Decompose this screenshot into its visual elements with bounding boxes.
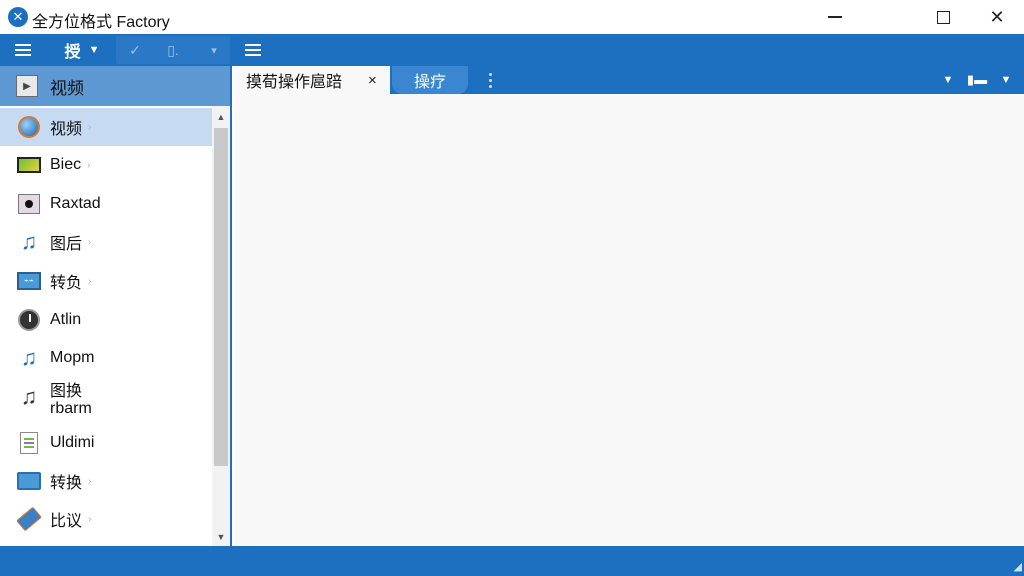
resize-grip-icon[interactable]: ◢ — [1008, 560, 1022, 574]
app-logo-icon: ✕ — [8, 7, 28, 27]
screen-icon — [17, 157, 41, 173]
sidebar-item-transform[interactable]: 转换 › — [0, 462, 212, 500]
tab-operate[interactable]: 操疗 — [392, 66, 468, 94]
music-note-icon: ♫ — [20, 229, 38, 254]
tab-close-icon[interactable]: × — [368, 72, 377, 89]
chevron-right-icon: › — [88, 475, 92, 487]
caret-down-icon: ▼ — [88, 44, 100, 56]
sidebar-item-label: Uldimi — [50, 434, 95, 451]
sidebar-item-compare[interactable]: 比议 › — [0, 500, 212, 538]
secondary-menu-button[interactable] — [236, 34, 270, 66]
scroll-down-icon[interactable]: ▼ — [212, 528, 230, 546]
monitor-icon: ⌁⌁ — [17, 272, 41, 290]
sidebar-item-label: 图后 — [50, 236, 83, 253]
sidebar-header[interactable]: ▶ 视频 — [0, 66, 230, 106]
sidebar-item-label: Biec — [50, 156, 82, 173]
title-bar: ✕ 全方位格式 Factory ✕ — [0, 0, 1024, 34]
hamburger-icon — [245, 44, 261, 56]
minimize-button[interactable] — [808, 0, 862, 34]
sidebar-item-image[interactable]: ♫ 图换 rbarm — [0, 378, 212, 417]
sidebar-item-video[interactable]: 视频 › — [0, 108, 212, 146]
device-icon[interactable]: ▯. — [158, 36, 188, 64]
sidebar-item-label: 比议 — [50, 513, 83, 530]
sidebar-item-label: Mopm — [50, 349, 95, 366]
minimize-icon — [828, 16, 842, 18]
sidebar-item-label: Raxtad — [50, 195, 101, 212]
sidebar-item-label: 转换 — [50, 475, 83, 492]
sidebar-item-biec[interactable]: Biec › — [0, 146, 212, 184]
more-vertical-icon[interactable] — [484, 68, 496, 92]
content-area: 摸荀操作扈踣 × 操疗 ▼ ▮▬ ▼ — [234, 66, 1024, 546]
sidebar-item-atlin[interactable]: Atlin — [0, 301, 212, 339]
sidebar-item-uldimi[interactable]: Uldimi — [0, 424, 212, 462]
status-bar: ◢ — [0, 546, 1024, 576]
sidebar-list: 视频 › Biec › Raxtad ♫ 图后 › ⌁⌁ 转负 › Atlin … — [0, 106, 212, 546]
chevron-right-icon: › — [88, 275, 92, 287]
sidebar-item-label: Atlin — [50, 311, 82, 328]
sidebar-item-label-line1: 图换 — [50, 383, 83, 400]
maximize-button[interactable] — [916, 0, 970, 34]
scroll-thumb[interactable] — [214, 128, 228, 466]
panel-layout-icon[interactable]: ▮▬ — [964, 66, 990, 94]
tab-operation-list[interactable]: 摸荀操作扈踣 × — [234, 66, 390, 94]
toolbar-disabled-group: ✓ ▯. ▾ — [116, 36, 230, 64]
clock-icon — [18, 309, 40, 331]
sidebar-item-mopm[interactable]: ♫ Mopm — [0, 339, 212, 377]
close-button[interactable]: ✕ — [970, 0, 1024, 34]
folder-icon — [17, 472, 41, 490]
chevron-down-icon[interactable]: ▼ — [996, 66, 1016, 94]
chevron-right-icon: › — [88, 121, 92, 133]
sidebar-item-label: 视频 — [50, 121, 83, 138]
tab-label: 摸荀操作扈踣 — [246, 74, 343, 91]
menu-button[interactable] — [6, 34, 40, 66]
chevron-right-icon: › — [88, 236, 92, 248]
scroll-up-icon[interactable]: ▲ — [212, 108, 230, 126]
toolbar-dropdown[interactable]: 授 ▼ — [58, 34, 106, 66]
sidebar-scrollbar[interactable]: ▲ ▼ — [212, 106, 230, 546]
chevron-down-icon[interactable]: ▼ — [938, 66, 958, 94]
toolbar-dropdown-label: 授 — [64, 44, 81, 61]
music-note-icon: ♫ — [20, 345, 38, 370]
sidebar: ▶ 视频 视频 › Biec › Raxtad ♫ 图后 › ⌁⌁ 转负 › A… — [0, 66, 232, 546]
maximize-icon — [936, 10, 950, 24]
music-note-icon: ♫ — [20, 384, 38, 409]
close-icon: ✕ — [989, 6, 1005, 27]
tag-icon — [16, 506, 42, 532]
sidebar-item-convert[interactable]: ⌁⌁ 转负 › — [0, 262, 212, 300]
play-icon: ▶ — [16, 75, 38, 97]
sidebar-header-label: 视频 — [50, 78, 84, 98]
chevron-right-icon: › — [88, 513, 92, 525]
document-icon — [20, 432, 38, 454]
sidebar-item-raxtad[interactable]: Raxtad — [0, 185, 212, 223]
hamburger-icon — [15, 44, 31, 56]
chevron-right-icon: › — [87, 159, 91, 171]
check-icon[interactable]: ✓ — [120, 36, 150, 64]
sidebar-item-label: 图换 rbarm — [50, 383, 92, 417]
tab-label: 操疗 — [413, 74, 446, 91]
main-toolbar: 授 ▼ ✓ ▯. ▾ — [0, 34, 1024, 66]
globe-icon — [18, 116, 40, 138]
sidebar-item-label: 转负 — [50, 275, 83, 292]
sidebar-item-label-line2: rbarm — [50, 400, 92, 417]
tab-bar: 摸荀操作扈踣 × 操疗 ▼ ▮▬ ▼ — [234, 66, 1024, 94]
window-title: 全方位格式 Factory — [32, 14, 170, 31]
disc-icon — [18, 194, 40, 214]
sidebar-item-audio[interactable]: ♫ 图后 › — [0, 223, 212, 261]
chevron-down-icon[interactable]: ▾ — [202, 36, 226, 64]
